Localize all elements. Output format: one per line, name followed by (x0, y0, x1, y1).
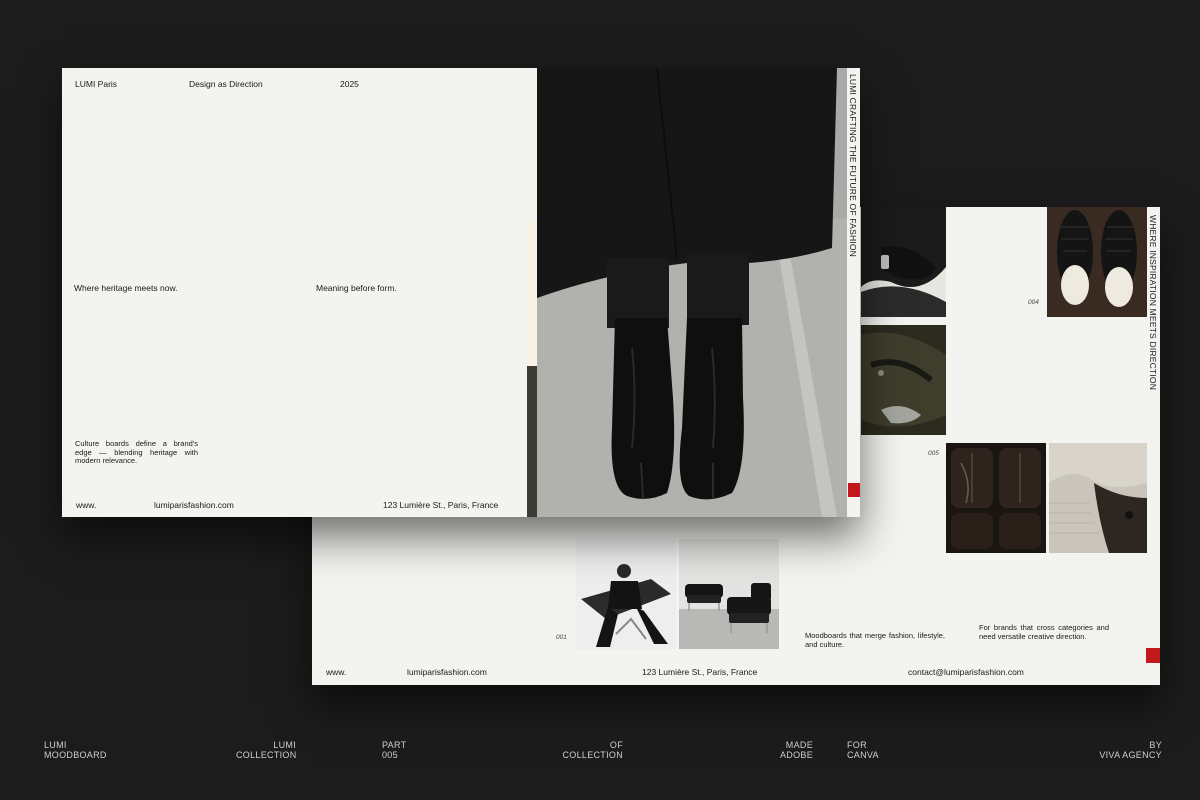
bottom-by-line2: VIVA AGENCY (1099, 750, 1162, 761)
tagline: Design as Direction (189, 79, 263, 89)
number-001: 001 (556, 634, 567, 641)
croc-slippers-photo (1047, 207, 1147, 317)
bottom-part-line2: 005 (382, 750, 398, 761)
bottom-by-line1: BY (1149, 740, 1162, 750)
front-footer-site[interactable]: lumiparisfashion.com (154, 500, 234, 511)
bottom-part: PART 005 (382, 740, 406, 761)
front-footer-address: 123 Lumière St., Paris, France (383, 500, 499, 510)
bottom-moodboard: LUMI MOODBOARD (44, 740, 107, 761)
boots-photo (537, 68, 847, 517)
culture-text: Culture boards define a brand's edge — b… (75, 439, 198, 466)
number-005: 005 (928, 450, 939, 457)
brands-text: For brands that cross categories and nee… (979, 623, 1109, 641)
back-footer-site[interactable]: lumiparisfashion.com (407, 667, 487, 678)
bottom-moodboard-line1: LUMI (44, 740, 67, 750)
number-004: 004 (1028, 299, 1039, 306)
bottom-collection: LUMI COLLECTION (236, 740, 296, 761)
bottom-collection-line1: LUMI (273, 740, 296, 750)
bottom-of-line1: OF (609, 740, 623, 750)
cream-strip (527, 220, 537, 366)
knit-fabric-photo (1049, 443, 1147, 553)
meaning-text: Meaning before form. (316, 283, 397, 293)
model-chair-photo (576, 539, 676, 649)
accent-red-bar (1146, 648, 1160, 663)
brand-name: LUMI Paris (75, 79, 118, 89)
bottom-made-line1: MADE (785, 740, 813, 750)
bottom-made: MADE ADOBE (763, 740, 813, 761)
bottom-of: OF COLLECTION (553, 740, 623, 761)
bottom-for-line2: CANVA (847, 750, 879, 761)
front-footer-www[interactable]: www. (76, 500, 96, 511)
olive-strip (527, 366, 537, 517)
bottom-for: FOR CANVA (847, 740, 879, 761)
bottom-made-line2: ADOBE (779, 750, 813, 761)
bottom-for-line1: FOR (847, 740, 867, 750)
bottom-part-line1: PART (382, 740, 407, 750)
leather-gloves-photo (861, 207, 946, 317)
front-page: LUMI Paris Design as Direction 2025 Wher… (62, 68, 860, 517)
moodboards-text: Moodboards that merge fashion, lifestyle… (805, 631, 945, 649)
year: 2025 (340, 79, 359, 89)
front-vertical-text: LUMI CRAFTING THE FUTURE OF FASHION (848, 74, 858, 257)
bottom-moodboard-line2: MOODBOARD (44, 750, 107, 761)
back-footer-www[interactable]: www. (326, 667, 346, 678)
front-accent-red-bar (848, 483, 860, 497)
back-vertical-text: WHERE INSPIRATION MEETS DIRECTION (1148, 215, 1158, 391)
bottom-by: BY VIVA AGENCY (1080, 740, 1162, 761)
leather-sofa-photo (946, 443, 1046, 553)
bottom-collection-line2: COLLECTION (236, 750, 297, 761)
back-footer-address: 123 Lumière St., Paris, France (642, 667, 758, 677)
bottom-of-line2: COLLECTION (562, 750, 623, 761)
heritage-text: Where heritage meets now. (74, 283, 178, 293)
lounge-chairs-photo (679, 539, 779, 649)
back-footer-email[interactable]: contact@lumiparisfashion.com (908, 667, 1024, 678)
leather-bag-photo (861, 325, 946, 435)
